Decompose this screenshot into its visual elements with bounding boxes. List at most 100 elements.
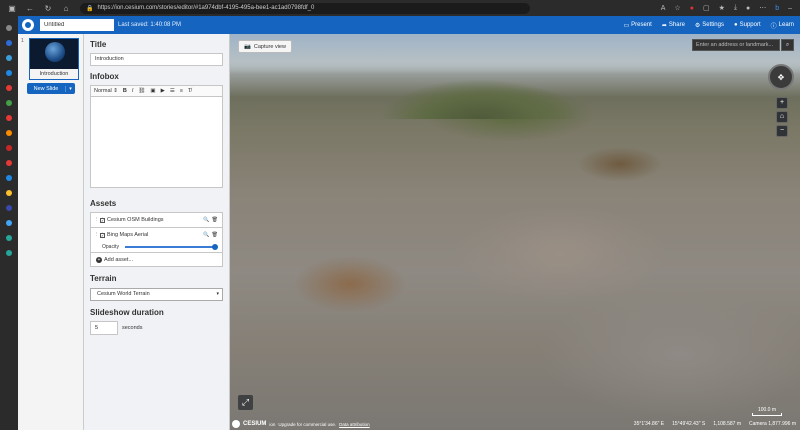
cesium-viewer[interactable]: 📷 Capture view Enter an address or landm… bbox=[230, 34, 800, 430]
sidebar-app-icon[interactable] bbox=[6, 25, 12, 31]
profile-icon[interactable]: ● bbox=[746, 5, 750, 12]
infobox-editor[interactable] bbox=[90, 97, 223, 188]
terrain-select[interactable]: Cesium World Terrain ▾ bbox=[90, 288, 223, 301]
home-view-icon[interactable]: ⌂ bbox=[776, 111, 788, 123]
cesium-credit: CESIUM ion Upgrade for commercial use. D… bbox=[232, 420, 370, 428]
share-button[interactable]: ➦ Share bbox=[662, 21, 685, 30]
new-slide-button[interactable]: New Slide ▾ bbox=[27, 83, 75, 94]
sidebar-app-icon[interactable] bbox=[6, 100, 12, 106]
share-label: Share bbox=[668, 22, 685, 28]
video-icon[interactable]: ▶ bbox=[161, 88, 165, 94]
settings-label: Settings bbox=[702, 22, 724, 28]
collections-icon[interactable]: ★ bbox=[719, 4, 725, 12]
zoom-to-icon[interactable]: 🔍 bbox=[203, 217, 209, 223]
sidebar-app-icon[interactable] bbox=[6, 175, 12, 181]
cesium-globe-icon bbox=[232, 420, 240, 428]
checkbox[interactable]: ✓ bbox=[100, 232, 105, 238]
title-field[interactable]: Introduction bbox=[90, 53, 223, 66]
asset-card: ⋮⋮ ✓ Cesium OSM Buildings 🔍 🗑 bbox=[90, 212, 223, 228]
copilot-icon[interactable]: b bbox=[775, 5, 779, 12]
gear-icon: ⚙ bbox=[694, 22, 701, 29]
asset-name: Cesium OSM Buildings bbox=[107, 217, 164, 223]
refresh-icon[interactable]: ↻ bbox=[42, 2, 54, 14]
sidebar-app-icon[interactable] bbox=[6, 235, 12, 241]
geocoder-input[interactable]: Enter an address or landmark... bbox=[692, 39, 780, 51]
opacity-slider[interactable] bbox=[124, 244, 218, 250]
present-label: Present bbox=[631, 22, 652, 28]
zoom-to-icon[interactable]: 🔍 bbox=[203, 232, 209, 238]
sidebar-app-icon[interactable] bbox=[6, 40, 12, 46]
app-icon[interactable]: ▣ bbox=[6, 2, 18, 14]
sidebar-app-icon[interactable] bbox=[6, 145, 12, 151]
globe-icon bbox=[45, 42, 65, 62]
duration-input[interactable]: 5 bbox=[90, 321, 118, 335]
scale-bar bbox=[752, 413, 782, 416]
checkbox[interactable]: ✓ bbox=[100, 217, 105, 223]
chevron-down-icon[interactable]: ▾ bbox=[65, 85, 75, 92]
new-slide-label: New Slide bbox=[33, 85, 59, 92]
sidebar-app-icon[interactable] bbox=[6, 190, 12, 196]
bullet-list-icon[interactable]: ☰ bbox=[170, 88, 175, 94]
zoom-in-button[interactable]: + bbox=[776, 97, 788, 109]
back-icon[interactable]: ← bbox=[24, 2, 36, 14]
italic-icon[interactable]: I bbox=[132, 88, 134, 94]
format-select[interactable]: Normal ⇕ bbox=[94, 88, 118, 94]
camera-icon: 📷 bbox=[244, 43, 251, 50]
height: 1,108.587 m bbox=[713, 421, 742, 427]
more-icon[interactable]: ⋯ bbox=[759, 4, 766, 12]
slide-thumbnail[interactable]: Introduction bbox=[29, 38, 79, 80]
settings-button[interactable]: ⚙ Settings bbox=[695, 21, 724, 30]
zoom-out-button[interactable]: − bbox=[776, 125, 788, 137]
sidebar-app-icon[interactable] bbox=[6, 130, 12, 136]
sidebar-app-icon[interactable] bbox=[6, 220, 12, 226]
url-text: https://ion.cesium.com/stories/editor/#1… bbox=[97, 5, 315, 11]
read-aloud-icon[interactable]: A bbox=[661, 5, 666, 12]
slider-knob[interactable] bbox=[211, 244, 218, 250]
asset-row[interactable]: ⋮⋮ ✓ Bing Maps Aerial 🔍 🗑 bbox=[91, 228, 222, 242]
add-asset-button[interactable]: + Add asset... bbox=[90, 252, 223, 267]
sidebar-app-icon[interactable] bbox=[6, 160, 12, 166]
sidebar-app-icon[interactable] bbox=[6, 250, 12, 256]
split-screen-icon[interactable]: ▢ bbox=[703, 4, 710, 12]
bold-icon[interactable]: B bbox=[123, 88, 127, 94]
sidebar-app-icon[interactable] bbox=[6, 115, 12, 121]
trash-icon[interactable]: 🗑 bbox=[212, 232, 218, 238]
cesium-logo-icon[interactable] bbox=[22, 19, 34, 31]
link-icon[interactable]: ⛓ bbox=[138, 88, 145, 94]
present-button[interactable]: ▭ Present bbox=[624, 21, 652, 30]
learn-button[interactable]: ⓘ Learn bbox=[771, 21, 794, 30]
info-icon: ⓘ bbox=[770, 23, 777, 30]
app-header: Last saved: 1:40:08 PM ▭Present ➦Share ⚙… bbox=[18, 16, 800, 34]
capture-view-button[interactable]: 📷 Capture view bbox=[238, 40, 292, 53]
extension-icon[interactable]: ● bbox=[690, 5, 694, 12]
compass-icon[interactable]: ✥ bbox=[768, 64, 794, 90]
sidebar-app-icon[interactable] bbox=[6, 205, 12, 211]
search-icon[interactable]: ⌕ bbox=[781, 39, 794, 51]
opacity-row: Opacity bbox=[91, 242, 222, 252]
terrain-heading: Terrain bbox=[90, 274, 117, 283]
sidebar-app-icon[interactable] bbox=[6, 55, 12, 61]
downloads-icon[interactable]: ⤓ bbox=[734, 4, 737, 12]
home-icon[interactable]: ⌂ bbox=[60, 2, 72, 14]
minimize-icon[interactable]: – bbox=[788, 5, 792, 12]
story-title-input[interactable] bbox=[40, 19, 114, 31]
sidebar-app-icon[interactable] bbox=[6, 85, 12, 91]
favorites-icon[interactable]: ☆ bbox=[674, 4, 680, 12]
trash-icon[interactable]: 🗑 bbox=[212, 217, 218, 223]
sidebar-app-icon[interactable] bbox=[6, 70, 12, 76]
duration-unit: seconds bbox=[122, 325, 143, 331]
support-button[interactable]: ● Support bbox=[734, 21, 761, 30]
slide-editor-panel: Title Introduction Infobox Normal ⇕ B I … bbox=[84, 34, 230, 430]
numbered-list-icon[interactable]: ≡ bbox=[180, 88, 183, 94]
asset-row[interactable]: ⋮⋮ ✓ Cesium OSM Buildings 🔍 🗑 bbox=[91, 213, 222, 227]
fullscreen-icon[interactable]: ⤢ bbox=[238, 395, 253, 410]
slide-caption: Introduction bbox=[30, 69, 78, 79]
data-attribution-link[interactable]: Data attribution bbox=[339, 422, 370, 427]
browser-sidebar bbox=[0, 16, 18, 430]
address-bar[interactable]: 🔒 https://ion.cesium.com/stories/editor/… bbox=[80, 2, 530, 14]
clear-format-icon[interactable]: T̸ bbox=[188, 88, 191, 94]
camera-height: Camera 1,877.996 m bbox=[749, 421, 796, 427]
asset-name: Bing Maps Aerial bbox=[107, 232, 149, 238]
slide-number: 1 bbox=[21, 38, 24, 44]
image-icon[interactable]: ▣ bbox=[150, 88, 155, 94]
